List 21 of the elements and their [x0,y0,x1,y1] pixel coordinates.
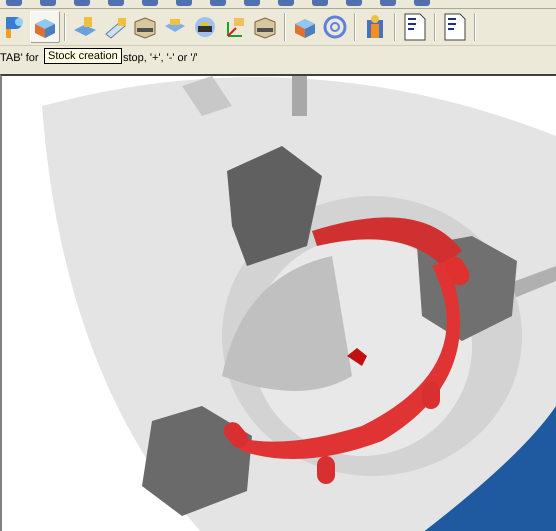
target-icon [323,15,347,39]
cut-off-icon[interactable] [346,0,362,6]
tooltip: Stock creation [44,48,122,64]
status-text: stop, '+', '-' or '/' [123,52,198,64]
status-text: TAB' for [0,52,39,64]
cut-off-icon[interactable] [380,0,396,6]
document-icon [404,13,426,41]
cut-off-icon[interactable] [414,0,430,6]
cut-off-icon[interactable] [74,0,90,6]
cut-off-icon[interactable] [278,0,294,6]
cut-off-icon[interactable] [312,0,328,6]
cut-off-icon[interactable] [244,0,260,6]
tool-icon [192,14,218,40]
cut-off-icon[interactable] [108,0,124,6]
cut-off-icon[interactable] [142,0,158,6]
cut-off-icon[interactable] [40,0,56,6]
cut-off-icon[interactable] [176,0,192,6]
document-icon [444,13,466,41]
cut-off-icon[interactable] [210,0,226,6]
figure-icon [364,14,386,40]
cut-off-icon[interactable] [6,0,22,6]
